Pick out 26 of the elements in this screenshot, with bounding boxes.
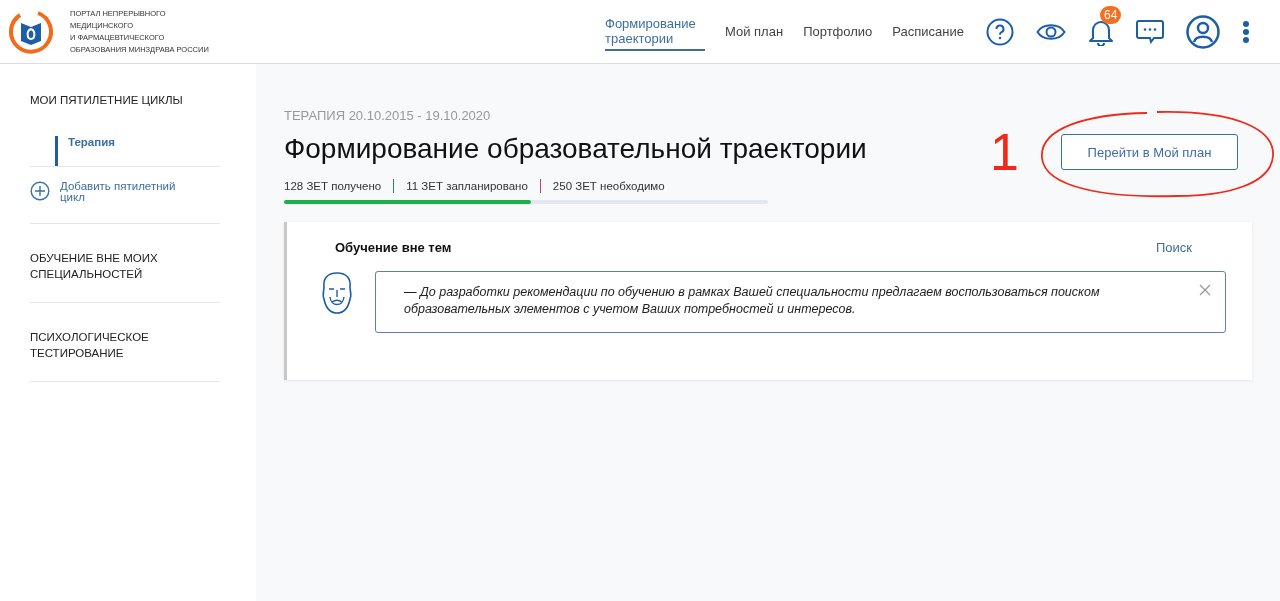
credit-stat: 128 ЗЕТ получено (284, 180, 382, 192)
message-text: — До разработки рекомендации по обучению в рамках Вашей специальности предлагаем воспользоваться поиском образовательных элементов с учетом Ваших потребностей и интересов. (404, 284, 1101, 318)
help-icon[interactable] (986, 17, 1014, 46)
more-icon[interactable] (1242, 19, 1250, 44)
sidebar-section-title[interactable]: ОБУЧЕНИЕ ВНЕ МОИХ СПЕЦИАЛЬНОСТЕЙ (30, 250, 220, 282)
nav-link[interactable]: Мой план (725, 20, 784, 43)
add-cycle-link[interactable]: Добавить пятилетний цикл (60, 181, 190, 203)
go-to-plan-button[interactable]: Перейти в Мой план (1061, 134, 1238, 170)
sidebar-section-title[interactable]: ПСИХОЛОГИЧЕСКОЕ ТЕСТИРОВАНИЕ (30, 329, 220, 361)
credit-stat: 11 ЗЕТ запланировано (406, 180, 528, 192)
cycle-period: ТЕРАПИЯ 20.10.2015 - 19.10.2020 (284, 108, 492, 123)
close-icon[interactable] (1199, 284, 1211, 296)
sidebar-section-title[interactable]: МОИ ПЯТИЛЕТНИЕ ЦИКЛЫ (30, 92, 220, 108)
search-link[interactable]: Поиск (1155, 240, 1192, 255)
credit-stat: 250 ЗЕТ необходимо (552, 180, 665, 192)
nav-link[interactable]: Расписание (892, 20, 964, 43)
nav-link[interactable]: Портфолио (803, 20, 873, 43)
notification-count: 64 (1100, 5, 1122, 24)
add-icon[interactable] (30, 181, 50, 201)
page-title: Формирование образовательной траектории (284, 132, 867, 166)
chat-icon[interactable] (1136, 18, 1164, 45)
user-icon[interactable] (1186, 14, 1220, 49)
annotation-number: 1 (990, 126, 1019, 178)
nav-link[interactable]: Формирование траектории (605, 12, 705, 51)
eye-icon[interactable] (1036, 21, 1066, 42)
card-title: Обучение вне тем (335, 240, 452, 255)
